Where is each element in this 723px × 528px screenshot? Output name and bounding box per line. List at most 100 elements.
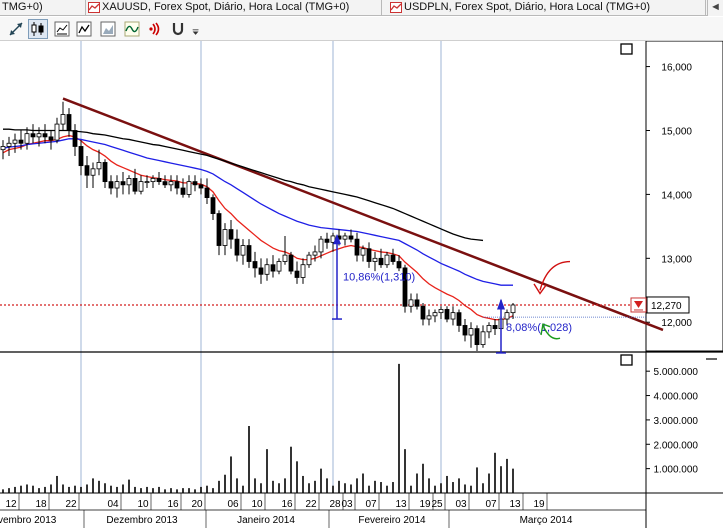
signal-button[interactable] [146, 19, 166, 39]
maximize-pane-button[interactable] [620, 354, 633, 366]
candlestick-button[interactable] [28, 19, 48, 39]
candle-body [180, 187, 186, 195]
candle-body [210, 197, 216, 214]
line-chart-button[interactable] [74, 19, 94, 39]
candle-body [18, 139, 24, 144]
candle-body [456, 312, 462, 326]
chart-line-icon [390, 2, 402, 13]
tab-label: USDPLN, Forex Spot, Diário, Hora Local (… [404, 1, 651, 13]
candle-body [84, 165, 90, 176]
x-tick-label: 03 [455, 499, 467, 510]
candle-body [462, 325, 468, 336]
candle-body [264, 264, 270, 275]
candlestick-icon [31, 22, 44, 36]
candle-body [42, 133, 48, 138]
candle-body [228, 229, 234, 240]
candle-body [396, 261, 402, 269]
x-tick-label: 16 [281, 499, 293, 510]
area-chart-icon [100, 21, 116, 37]
candle-body [312, 251, 318, 256]
tab-xauusd[interactable]: XAUUSD, Forex Spot, Diário, Hora Local (… [86, 0, 382, 16]
indicator-button[interactable] [122, 19, 142, 39]
signal-icon [149, 22, 160, 36]
bar-chart-button[interactable] [52, 19, 72, 39]
x-tick-label: 25 [431, 499, 443, 510]
candle-body [24, 133, 30, 144]
magnet-icon [172, 23, 184, 36]
chart-toolbar [0, 17, 723, 41]
y-tick-label: 14,000 [661, 190, 692, 201]
candle-body [90, 168, 96, 176]
candle-body [30, 133, 36, 138]
volume-tick-label: 3.000.000 [654, 416, 699, 427]
month-label: Março 2014 [520, 515, 573, 526]
crosshair-button[interactable] [6, 19, 26, 39]
x-tick-label: 07 [365, 499, 377, 510]
candle-body [468, 328, 474, 336]
y-tick-label: 13,000 [661, 254, 692, 265]
tab-label: TMG+0) [2, 1, 43, 13]
area-chart-button[interactable] [98, 19, 118, 39]
candle-body [360, 248, 366, 256]
x-tick-label: 12 [5, 499, 17, 510]
candle-body [246, 245, 252, 262]
candle-body [54, 123, 60, 141]
candle-body [174, 181, 180, 189]
volume-tick-label: 4.000.000 [654, 392, 699, 403]
candle-body [474, 328, 480, 346]
candle-body [486, 325, 492, 333]
magnet-button[interactable] [168, 19, 188, 39]
candle-body [504, 312, 510, 320]
candle-body [102, 162, 108, 183]
scroll-left-icon: ◄ [710, 1, 721, 13]
toolbar-dropdown-button[interactable] [190, 19, 202, 39]
x-tick-label: 07 [485, 499, 497, 510]
candle-body [60, 114, 66, 125]
maximize-pane-button[interactable] [620, 43, 633, 55]
price-volume-chart[interactable]: 16,000 15,000 14,000 13,000 12,000 5.000.000 4… [0, 41, 723, 528]
candle-body [342, 235, 348, 240]
candle-body [6, 142, 12, 147]
candle-body [198, 184, 204, 189]
x-tick-label: 03 [341, 499, 353, 510]
candle-body [282, 254, 288, 262]
candle-body [78, 146, 84, 167]
candle-body [438, 309, 444, 314]
y-tick-label: 15,000 [661, 126, 692, 137]
candle-body [324, 238, 330, 243]
candle-body [252, 261, 258, 269]
candle-body [384, 254, 390, 266]
candle-body [300, 264, 306, 278]
x-tick-label: 06 [227, 499, 239, 510]
candle-body [420, 305, 426, 320]
crosshair-icon [9, 22, 23, 36]
candle-body [12, 139, 18, 144]
candle-body [306, 254, 312, 266]
candle-body [426, 315, 432, 320]
candle-body [510, 304, 516, 314]
candle-body [492, 325, 498, 330]
line-chart-icon [76, 21, 92, 37]
chart-area[interactable]: 16,000 15,000 14,000 13,000 12,000 5.000.000 4… [0, 41, 723, 528]
x-tick-label: 10 [251, 499, 263, 510]
month-label: Janeiro 2014 [237, 515, 295, 526]
tab-scroll-button[interactable]: ◄ [707, 0, 723, 16]
x-tick-label: 13 [395, 499, 407, 510]
month-label: Dezembro 2013 [106, 515, 178, 526]
x-tick-label: 22 [65, 499, 77, 510]
candle-body [240, 245, 246, 256]
candle-body [450, 312, 456, 320]
x-tick-label: 22 [305, 499, 317, 510]
candle-body [480, 331, 486, 346]
candle-body [222, 229, 228, 246]
candle-body [48, 136, 54, 141]
candle-body [234, 238, 240, 256]
x-tick-label: 16 [167, 499, 179, 510]
x-tick-label: 20 [191, 499, 203, 510]
candle-body [348, 235, 354, 240]
tab-usdpln[interactable]: USDPLN, Forex Spot, Diário, Hora Local (… [388, 0, 706, 16]
y-tick-label: 12,000 [661, 318, 692, 329]
current-price-value: 12,270 [651, 301, 682, 312]
tab-partial[interactable]: TMG+0) [0, 0, 86, 16]
candle-body [186, 181, 192, 195]
